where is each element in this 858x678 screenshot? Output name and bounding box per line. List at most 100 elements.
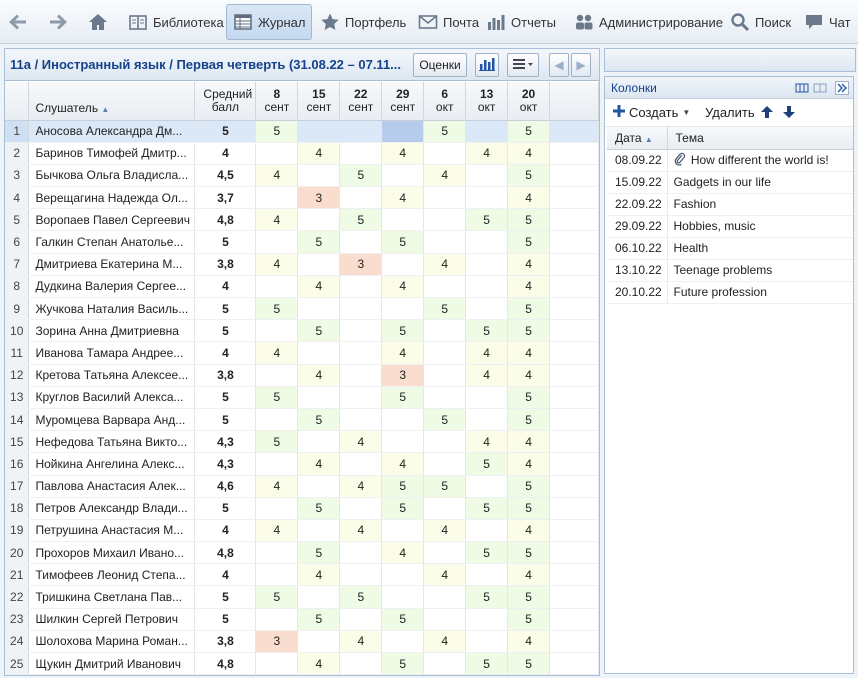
- student-name[interactable]: Воропаев Павел Сергеевич: [28, 208, 196, 232]
- student-name[interactable]: Шолохова Марина Роман...: [28, 630, 196, 654]
- table-row[interactable]: 18 Петров Александр Влади... 5 5 5 5 5: [5, 497, 599, 520]
- grade-cell[interactable]: 5: [423, 475, 467, 498]
- grade-cell[interactable]: [297, 164, 341, 188]
- student-name[interactable]: Дмитриева Екатерина М...: [28, 253, 196, 276]
- grade-cell[interactable]: [381, 585, 425, 609]
- grade-cell[interactable]: [255, 652, 299, 675]
- grade-cell[interactable]: [423, 341, 467, 365]
- grade-cell[interactable]: [339, 341, 383, 365]
- home-button[interactable]: [88, 4, 108, 40]
- table-row[interactable]: 22 Тришкина Светлана Пав... 5 5 5 5 5: [5, 585, 599, 609]
- date-column-header[interactable]: 8 сент: [255, 82, 299, 121]
- grade-cell[interactable]: 5: [507, 386, 551, 409]
- grade-cell[interactable]: 5: [423, 297, 467, 321]
- chat-button[interactable]: Чат: [804, 4, 851, 40]
- grade-cell[interactable]: [423, 497, 467, 520]
- student-name[interactable]: Галкин Степан Анатолье...: [28, 230, 196, 254]
- grade-cell[interactable]: 4: [507, 563, 551, 587]
- grade-cell[interactable]: 5: [507, 208, 551, 232]
- grade-cell[interactable]: [297, 297, 341, 321]
- grade-cell[interactable]: 4: [381, 452, 425, 476]
- grade-cell[interactable]: [465, 164, 509, 188]
- grade-cell[interactable]: [423, 430, 467, 454]
- search-button[interactable]: Поиск: [730, 4, 791, 40]
- average-column-header[interactable]: Средний балл: [194, 82, 257, 121]
- grade-cell[interactable]: [255, 408, 299, 432]
- grade-cell[interactable]: [465, 519, 509, 543]
- date-column-header[interactable]: 15 сент: [297, 82, 341, 121]
- grade-cell[interactable]: [297, 386, 341, 409]
- table-row[interactable]: 23 Шилкин Сергей Петрович 5 5 5 5: [5, 608, 599, 631]
- table-row[interactable]: 13 Круглов Василий Алекса... 5 5 5 5: [5, 386, 599, 409]
- grade-cell[interactable]: [339, 120, 383, 143]
- grade-cell[interactable]: 4: [381, 186, 425, 210]
- grade-cell[interactable]: 5: [339, 585, 383, 609]
- grade-cell[interactable]: [465, 275, 509, 299]
- next-page-button[interactable]: ▶: [571, 53, 591, 77]
- grade-cell[interactable]: 5: [381, 319, 425, 343]
- grade-cell[interactable]: [423, 208, 467, 232]
- student-column-header[interactable]: Слушатель ▲: [28, 82, 196, 121]
- student-name[interactable]: Прохоров Михаил Ивано...: [28, 541, 196, 565]
- grade-cell[interactable]: 5: [465, 497, 509, 520]
- table-row[interactable]: 2 Баринов Тимофей Дмитр... 4 4 4 4 4: [5, 142, 599, 165]
- grade-cell[interactable]: [381, 164, 425, 188]
- grade-cell[interactable]: 5: [507, 164, 551, 188]
- grade-cell[interactable]: 5: [381, 475, 425, 498]
- list-item[interactable]: 22.09.22 Fashion: [607, 193, 853, 216]
- grade-cell[interactable]: 5: [507, 541, 551, 565]
- grade-cell[interactable]: 4: [465, 341, 509, 365]
- grade-cell[interactable]: 3: [297, 186, 341, 210]
- grade-cell[interactable]: 5: [297, 319, 341, 343]
- grade-cell[interactable]: 5: [255, 430, 299, 454]
- grade-cell[interactable]: 5: [507, 608, 551, 631]
- student-name[interactable]: Нефедова Татьяна Викто...: [28, 430, 196, 454]
- grade-cell[interactable]: 3: [339, 253, 383, 276]
- table-row[interactable]: 3 Бычкова Ольга Владисла... 4,5 4 5 4 5: [5, 164, 599, 188]
- grade-cell[interactable]: [423, 230, 467, 254]
- grade-cell[interactable]: [381, 408, 425, 432]
- table-row[interactable]: 19 Петрушина Анастасия М... 4 4 4 4 4: [5, 519, 599, 543]
- grade-cell[interactable]: [339, 142, 383, 165]
- move-up-button[interactable]: [760, 105, 774, 122]
- grade-cell[interactable]: [423, 275, 467, 299]
- table-row[interactable]: 9 Жучкова Наталия Василь... 5 5 5 5: [5, 297, 599, 321]
- table-row[interactable]: 5 Воропаев Павел Сергеевич 4,8 4 5 5 5: [5, 208, 599, 232]
- grade-cell[interactable]: 5: [507, 497, 551, 520]
- student-name[interactable]: Баринов Тимофей Дмитр...: [28, 142, 196, 165]
- grade-cell[interactable]: [465, 408, 509, 432]
- prev-page-button[interactable]: ◀: [549, 53, 569, 77]
- grade-cell[interactable]: 5: [507, 408, 551, 432]
- grade-cell[interactable]: [465, 297, 509, 321]
- grade-cell[interactable]: 5: [507, 230, 551, 254]
- grade-cell[interactable]: 5: [339, 208, 383, 232]
- grade-cell[interactable]: [297, 519, 341, 543]
- grade-cell[interactable]: 5: [255, 297, 299, 321]
- grade-cell[interactable]: 4: [507, 452, 551, 476]
- grade-cell[interactable]: [339, 652, 383, 675]
- table-row[interactable]: 16 Нойкина Ангелина Алекс... 4,3 4 4 5 4: [5, 452, 599, 476]
- grade-cell[interactable]: 4: [255, 341, 299, 365]
- grade-cell[interactable]: [339, 497, 383, 520]
- grade-cell[interactable]: [255, 275, 299, 299]
- table-row[interactable]: 14 Муромцева Варвара Анд... 5 5 5 5: [5, 408, 599, 432]
- grade-cell[interactable]: 5: [507, 652, 551, 675]
- reports-button[interactable]: Отчеты: [486, 4, 556, 40]
- grade-cell[interactable]: 5: [255, 386, 299, 409]
- list-item[interactable]: 29.09.22 Hobbies, music: [607, 215, 853, 238]
- grade-cell[interactable]: [339, 541, 383, 565]
- grade-cell[interactable]: 4: [297, 275, 341, 299]
- grade-cell[interactable]: [381, 430, 425, 454]
- grade-cell[interactable]: 4: [465, 364, 509, 387]
- student-name[interactable]: Муромцева Варвара Анд...: [28, 408, 196, 432]
- grade-cell[interactable]: 5: [297, 408, 341, 432]
- student-name[interactable]: Зорина Анна Дмитриевна: [28, 319, 196, 343]
- grade-cell[interactable]: 4: [255, 475, 299, 498]
- grade-cell[interactable]: [381, 563, 425, 587]
- library-button[interactable]: Библиотека: [128, 4, 224, 40]
- grade-cell[interactable]: 5: [465, 452, 509, 476]
- grade-cell[interactable]: [339, 408, 383, 432]
- grade-cell[interactable]: 3: [255, 630, 299, 654]
- grade-cell[interactable]: 5: [297, 497, 341, 520]
- student-name[interactable]: Дудкина Валерия Сергее...: [28, 275, 196, 299]
